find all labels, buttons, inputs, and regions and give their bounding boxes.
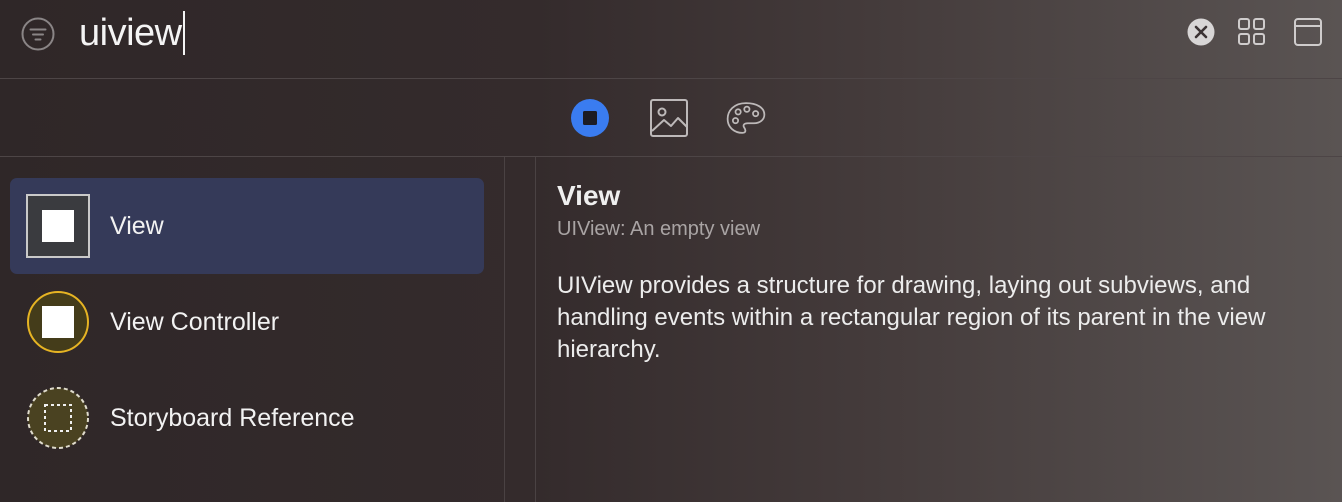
search-query: uiview — [79, 12, 182, 54]
detail-title: View — [557, 180, 621, 211]
library-list: View View Controller Storyboard Referenc… — [0, 157, 504, 502]
view-icon — [26, 194, 90, 258]
list-item-label: View — [110, 212, 164, 240]
search-bar: uiview — [0, 0, 1342, 79]
square-in-circle-icon[interactable] — [569, 97, 611, 139]
image-icon[interactable] — [648, 97, 690, 139]
list-item-storyboard-reference[interactable]: Storyboard Reference — [10, 370, 484, 466]
list-item-label: Storyboard Reference — [110, 404, 355, 432]
window-icon[interactable] — [1293, 17, 1323, 47]
text-caret — [182, 11, 185, 55]
list-item-view[interactable]: View — [10, 178, 484, 274]
filter-icon[interactable] — [21, 17, 55, 51]
detail-subtitle: UIView: An empty view — [557, 218, 761, 240]
storyboard-reference-icon — [27, 387, 89, 449]
detail-panel: View UIView: An empty view UIView provid… — [557, 178, 1317, 366]
library-window: uiview View View Controller Storyboard R… — [0, 0, 1342, 502]
list-item-label: View Controller — [110, 308, 280, 336]
detail-description: UIView provides a structure for drawing,… — [557, 272, 1266, 363]
panel-divider — [504, 157, 505, 502]
list-item-view-controller[interactable]: View Controller — [10, 274, 484, 370]
view-controller-icon — [27, 291, 89, 353]
clear-circle-icon[interactable] — [1187, 18, 1215, 46]
category-bar — [0, 79, 1342, 157]
search-input[interactable]: uiview — [79, 10, 185, 56]
panel-divider — [535, 157, 536, 502]
palette-icon[interactable] — [725, 97, 767, 139]
grid-view-icon[interactable] — [1237, 17, 1267, 47]
